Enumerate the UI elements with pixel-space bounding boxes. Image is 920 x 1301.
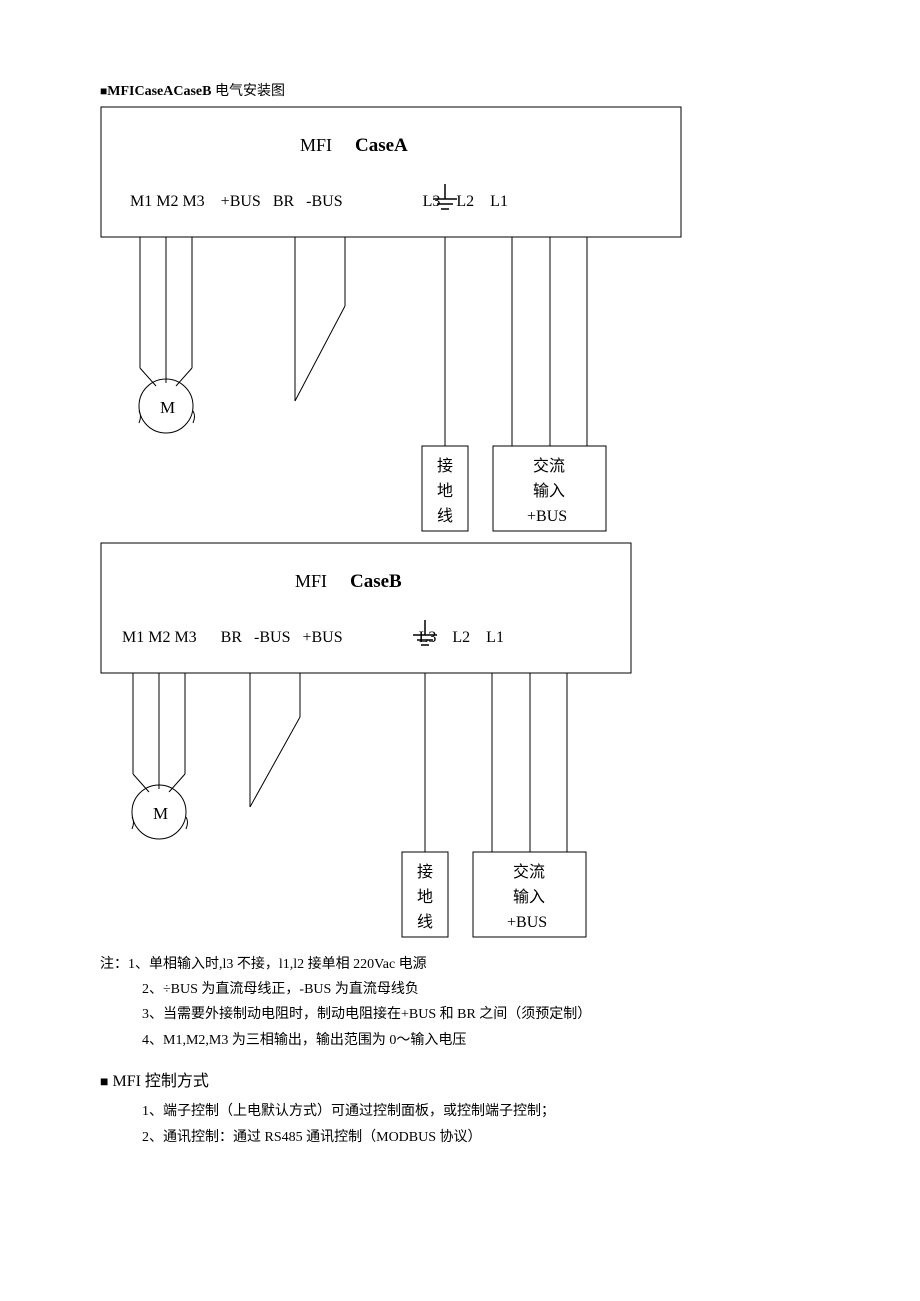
motor-break-left-b <box>132 817 134 829</box>
control-2: 2、通讯控制：通过 RS485 通讯控制（MODBUS 协议） <box>142 1125 820 1152</box>
motor-break-right-b <box>186 817 188 829</box>
bus-loop-a <box>295 237 345 401</box>
ground-l1-a: 接 <box>437 457 453 475</box>
terminals-a: M1 M2 M3 +BUS BR -BUS L3 L2 L1 <box>130 193 508 210</box>
control-1: 1、端子控制（上电默认方式）可通过控制面板，或控制端子控制； <box>142 1099 820 1126</box>
ac-l1-a: 交流 <box>533 457 565 475</box>
section-title: MFI 控制方式 <box>108 1073 208 1090</box>
title-case-a: CaseA <box>355 135 408 156</box>
note-3: 3、当需要外接制动电阻时，制动电阻接在+BUS 和 BR 之间（须预定制） <box>100 1002 820 1027</box>
ac-l3-b: +BUS <box>507 914 547 931</box>
heading-bold: MFICaseACaseB <box>107 84 211 99</box>
title-mfi-b: MFI <box>295 571 327 591</box>
section-control-heading: ■ MFI 控制方式 <box>100 1067 820 1091</box>
note-4: 4、M1,M2,M3 为三相输出，输出范围为 0～输入电压 <box>100 1028 820 1053</box>
ac-l2-b: 输入 <box>513 888 545 906</box>
motor-break-right <box>193 411 195 423</box>
ground-l1-b: 接 <box>417 863 433 881</box>
ground-l3-b: 线 <box>417 913 433 931</box>
bus-loop-b <box>250 673 300 807</box>
ac-wires-b <box>492 673 567 852</box>
ground-l2-a: 地 <box>437 482 453 500</box>
note-1: 注：1、单相输入时,l3 不接，l1,l2 接单相 220Vac 电源 <box>100 952 820 977</box>
motor-label-a: M <box>160 398 175 417</box>
title-mfi-a: MFI <box>300 135 332 155</box>
diagram-case-a: MFI CaseA M1 M2 M3 +BUS BR -BUS L3 L2 L1… <box>100 106 820 536</box>
ac-wires-a <box>512 237 587 446</box>
heading-cn: 电气安装图 <box>215 84 285 99</box>
motor-break-left <box>139 411 141 423</box>
notes-block: 注：1、单相输入时,l3 不接，l1,l2 接单相 220Vac 电源 2、÷B… <box>100 952 820 1053</box>
control-list: 1、端子控制（上电默认方式）可通过控制面板，或控制端子控制； 2、通讯控制：通过… <box>100 1099 820 1152</box>
page-heading: ■MFICaseACaseB 电气安装图 <box>100 80 820 100</box>
ac-l3-a: +BUS <box>527 508 567 525</box>
motor-label-b: M <box>153 804 168 823</box>
motor-wires-b <box>133 673 185 792</box>
terminals-b: M1 M2 M3 BR -BUS +BUS L3 L2 L1 <box>122 629 504 646</box>
diagram-case-b: MFI CaseB M1 M2 M3 BR -BUS +BUS L3 L2 L1… <box>100 542 820 942</box>
ground-l2-b: 地 <box>417 888 433 906</box>
motor-wires-a <box>140 237 192 386</box>
note-2: 2、÷BUS 为直流母线正，-BUS 为直流母线负 <box>100 977 820 1002</box>
device-box-a <box>101 107 681 237</box>
ac-l2-a: 输入 <box>533 482 565 500</box>
device-box-b <box>101 543 631 673</box>
ac-l1-b: 交流 <box>513 863 545 881</box>
ground-l3-a: 线 <box>437 507 453 525</box>
title-case-b: CaseB <box>350 571 402 592</box>
